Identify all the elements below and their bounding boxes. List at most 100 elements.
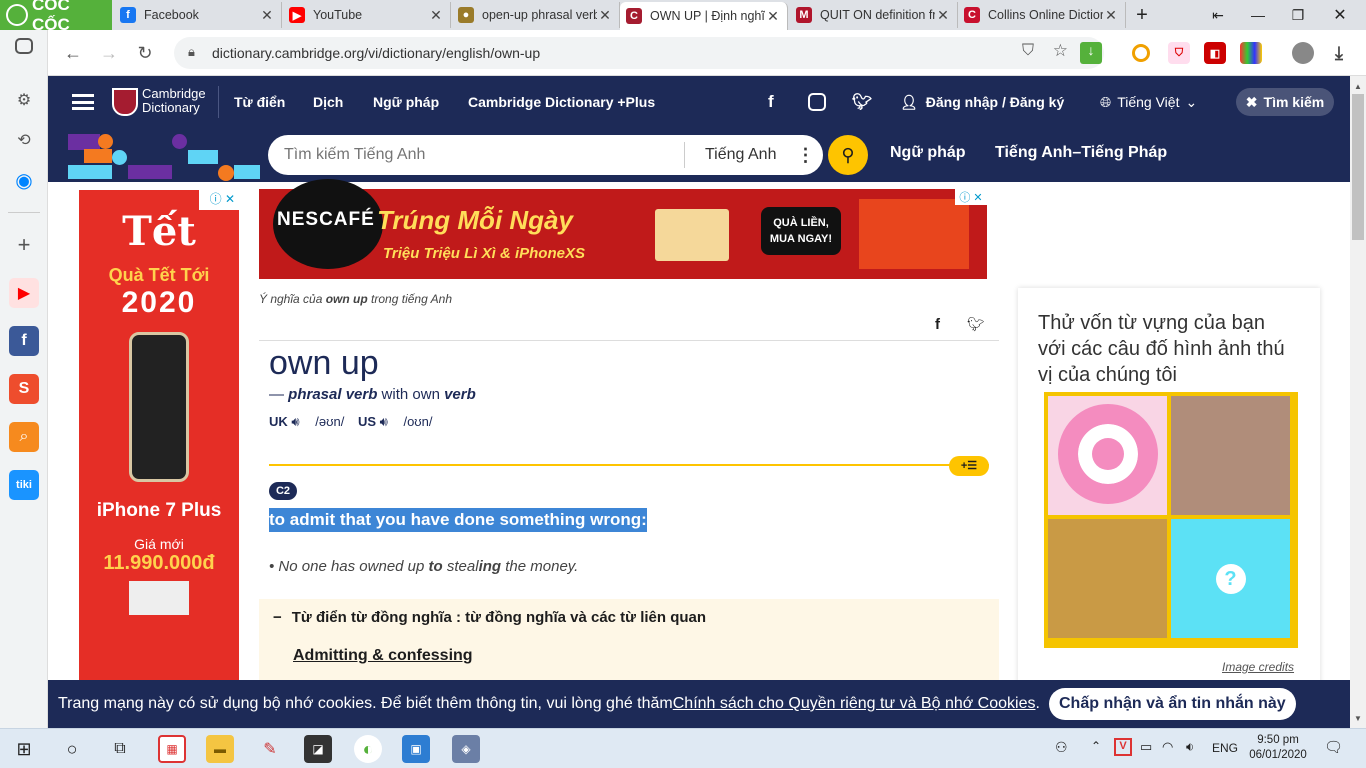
- clock[interactable]: 9:50 pm 06/01/2020: [1248, 733, 1308, 763]
- coccoc-taskbar-icon[interactable]: ◐: [354, 735, 382, 763]
- search-icon[interactable]: ⌕: [9, 422, 39, 452]
- login-link[interactable]: 👤︎ Đăng nhập / Đăng ký: [900, 76, 1064, 128]
- donut-image[interactable]: [1048, 396, 1167, 515]
- minimize-button[interactable]: —: [1238, 0, 1278, 30]
- scroll-thumb[interactable]: [1352, 94, 1364, 240]
- site-logo[interactable]: Cambridge Dictionary: [142, 87, 206, 115]
- coccoc-logo[interactable]: CỐC CỐC: [0, 0, 112, 34]
- wifi-icon[interactable]: ◠: [1162, 739, 1173, 755]
- history-icon[interactable]: ⟲: [9, 125, 39, 155]
- volume-icon[interactable]: 🔉︎: [1186, 739, 1194, 755]
- close-icon[interactable]: ✕: [597, 7, 613, 24]
- app-icon[interactable]: ◈: [452, 735, 480, 763]
- battery-icon[interactable]: ▭: [1140, 739, 1152, 755]
- tray-v-icon[interactable]: V: [1114, 738, 1132, 756]
- us-audio-icon[interactable]: 🔊︎: [380, 414, 388, 429]
- instagram-icon[interactable]: [808, 93, 826, 111]
- close-icon[interactable]: ✕: [428, 7, 444, 24]
- tab-quiton[interactable]: M QUIT ON definition fr ✕: [790, 2, 958, 28]
- download-green-icon[interactable]: ↓: [1080, 42, 1102, 64]
- app-icon[interactable]: ▣: [402, 735, 430, 763]
- top-ad-banner[interactable]: NESCAFÉ Trúng Mỗi Ngày Triệu Triệu Lì Xì…: [259, 179, 987, 279]
- windows-start-icon[interactable]: ⊞: [10, 735, 38, 763]
- people-icon[interactable]: ⚇: [1055, 739, 1068, 756]
- thesaurus-header[interactable]: − Từ điển từ đồng nghĩa : từ đồng nghĩa v…: [273, 609, 706, 626]
- fish-and-chips-image[interactable]: [1048, 519, 1167, 638]
- share-facebook-icon[interactable]: f: [935, 316, 940, 333]
- tab-openup[interactable]: ● open-up phrasal verb ✕: [452, 2, 620, 28]
- eng-fr-link[interactable]: Tiếng Anh–Tiếng Pháp: [995, 144, 1167, 162]
- share-twitter-icon[interactable]: 🐦︎: [967, 316, 985, 333]
- search-input[interactable]: [284, 146, 684, 164]
- close-icon[interactable]: ✕: [259, 7, 275, 24]
- app-icon[interactable]: ▦: [158, 735, 186, 763]
- dictionary-selector[interactable]: Tiếng Anh: [705, 146, 776, 164]
- gear-icon[interactable]: ⚙: [9, 85, 39, 115]
- adblock-icon[interactable]: ⛉: [1168, 42, 1190, 64]
- search-toggle-button[interactable]: ✖ Tìm kiếm: [1236, 88, 1334, 116]
- back-button[interactable]: ←: [58, 38, 88, 68]
- uk-audio-icon[interactable]: 🔊︎: [291, 414, 299, 429]
- cookie-policy-link[interactable]: Chính sách cho Quyền riêng tư và Bộ nhớ …: [673, 695, 1036, 713]
- image-credits-link[interactable]: Image credits: [1222, 660, 1294, 674]
- shield-icon[interactable]: ⛉: [1022, 42, 1034, 60]
- tab-ownup[interactable]: C OWN UP | Định nghĩa ✕: [620, 2, 788, 30]
- grammar-link[interactable]: Ngữ pháp: [890, 144, 966, 162]
- new-tab-button[interactable]: +: [1122, 0, 1162, 30]
- search-button[interactable]: ⚲: [828, 135, 868, 175]
- tab-youtube[interactable]: ▶ YouTube ✕: [283, 2, 451, 28]
- download-icon[interactable]: ⤓: [1328, 42, 1350, 64]
- left-ad-banner[interactable]: ⓘ ✕ Tết Quà Tết Tới 2020 iPhone 7 Plus G…: [79, 190, 239, 690]
- profile-avatar[interactable]: [1292, 42, 1314, 64]
- facebook-icon[interactable]: f: [9, 326, 39, 356]
- coccoc-ext-icon[interactable]: [1132, 44, 1150, 62]
- bookmark-star-icon[interactable]: ☆: [1053, 41, 1068, 61]
- youtube-icon[interactable]: ▶: [9, 278, 39, 308]
- search-icon[interactable]: ○: [58, 735, 86, 763]
- close-icon[interactable]: ✕: [935, 7, 951, 24]
- tab-menu-icon[interactable]: ⇤: [1198, 0, 1238, 30]
- nav-translate[interactable]: Dịch: [313, 76, 343, 128]
- language-selector[interactable]: 🌐︎ Tiếng Việt ⌄: [1100, 76, 1197, 128]
- forward-button[interactable]: →: [94, 38, 124, 68]
- ad-cta-button[interactable]: QUÀ LIỀN, MUA NGAY!: [761, 207, 841, 255]
- messenger-icon[interactable]: ◉: [9, 165, 39, 195]
- twitter-icon[interactable]: 🐦︎: [852, 76, 872, 128]
- nav-dictionary[interactable]: Từ điển: [234, 76, 285, 128]
- page-scrollbar[interactable]: ▲ ▼: [1350, 76, 1366, 728]
- paint-icon[interactable]: ✎: [256, 735, 284, 763]
- sidebar-toggle-icon[interactable]: [15, 38, 33, 54]
- nav-grammar[interactable]: Ngữ pháp: [373, 76, 439, 128]
- ad-info-icon[interactable]: ⓘ ✕: [955, 189, 987, 205]
- language-indicator[interactable]: ENG: [1212, 741, 1238, 755]
- reload-button[interactable]: ↻: [130, 38, 160, 68]
- quiz-question-tile[interactable]: ?: [1171, 519, 1290, 638]
- tab-collins[interactable]: C Collins Online Dictior ✕: [958, 2, 1126, 28]
- chevron-up-icon[interactable]: ⌃: [1091, 739, 1101, 753]
- task-view-icon[interactable]: ⧉: [106, 735, 134, 763]
- accept-cookies-button[interactable]: Chấp nhận và ẩn tin nhắn này: [1049, 688, 1296, 720]
- tab-facebook[interactable]: f Facebook ✕: [114, 2, 282, 28]
- red-ext-icon[interactable]: ◧: [1204, 42, 1226, 64]
- add-icon[interactable]: +: [9, 230, 39, 260]
- maximize-button[interactable]: ❐: [1278, 0, 1318, 30]
- notifications-icon[interactable]: 🗨︎: [1324, 738, 1343, 756]
- hamburger-menu-icon[interactable]: [72, 94, 94, 110]
- facebook-icon[interactable]: f: [768, 76, 774, 128]
- nav-plus[interactable]: Cambridge Dictionary +Plus: [468, 76, 655, 128]
- more-vertical-icon[interactable]: ⋮: [796, 145, 814, 166]
- colorful-ext-icon[interactable]: [1240, 42, 1262, 64]
- milkshake-image[interactable]: [1171, 396, 1290, 515]
- ad-info-icon[interactable]: ⓘ ✕: [199, 190, 239, 210]
- tiki-icon[interactable]: tiki: [9, 470, 39, 500]
- thesaurus-link[interactable]: Admitting & confessing: [293, 647, 473, 665]
- shopee-icon[interactable]: S: [9, 374, 39, 404]
- url-bar[interactable]: 🔒︎ dictionary.cambridge.org/vi/dictionar…: [174, 37, 1104, 69]
- add-to-list-icon[interactable]: +☰: [949, 456, 989, 476]
- close-icon[interactable]: ✕: [1103, 7, 1119, 24]
- scroll-down-icon[interactable]: ▼: [1354, 714, 1362, 723]
- close-window-button[interactable]: ✕: [1320, 0, 1360, 30]
- sticky-notes-icon[interactable]: ◪: [304, 735, 332, 763]
- file-explorer-icon[interactable]: ▬: [206, 735, 234, 763]
- close-icon[interactable]: ✕: [765, 8, 781, 25]
